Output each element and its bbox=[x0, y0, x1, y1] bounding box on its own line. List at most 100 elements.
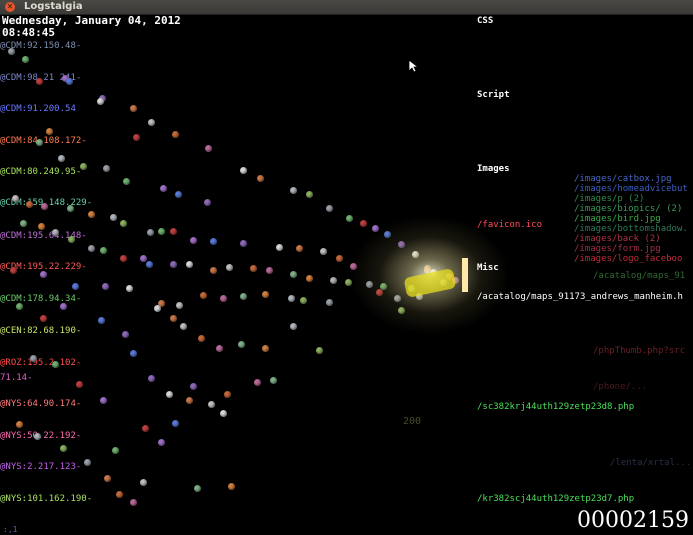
request-ball bbox=[88, 211, 95, 218]
request-ball bbox=[36, 78, 43, 85]
request-ball bbox=[148, 119, 155, 126]
request-ball bbox=[224, 391, 231, 398]
request-ball bbox=[170, 228, 177, 235]
file-item: /images/bird.jpg bbox=[574, 214, 661, 224]
request-ball bbox=[130, 499, 137, 506]
request-ball bbox=[40, 315, 47, 322]
request-ball bbox=[158, 228, 165, 235]
file-item: /images/homeadvicebut bbox=[574, 184, 688, 194]
title-bar: ✕ Logstalgia bbox=[0, 0, 693, 15]
file-item: /images/back (2) bbox=[574, 234, 661, 244]
host-label: @CEN:82.68.190- bbox=[0, 326, 82, 336]
bottom-mark: :,1 bbox=[3, 525, 18, 534]
request-ball bbox=[254, 379, 261, 386]
host-label: @CDM:178.94.34- bbox=[0, 294, 82, 304]
request-ball bbox=[296, 245, 303, 252]
request-ball bbox=[240, 293, 247, 300]
request-ball bbox=[46, 128, 53, 135]
request-ball bbox=[320, 248, 327, 255]
request-ball bbox=[41, 203, 48, 210]
request-ball bbox=[112, 447, 119, 454]
request-ball bbox=[360, 220, 367, 227]
request-ball bbox=[133, 134, 140, 141]
request-ball bbox=[66, 78, 73, 85]
request-ball bbox=[186, 261, 193, 268]
host-label: @NYS:64.90.174- bbox=[0, 399, 82, 409]
request-ball bbox=[228, 483, 235, 490]
request-ball bbox=[130, 350, 137, 357]
request-ball bbox=[262, 345, 269, 352]
request-ball bbox=[160, 185, 167, 192]
category-images: Images bbox=[477, 164, 510, 174]
request-ball bbox=[290, 187, 297, 194]
request-ball bbox=[147, 229, 154, 236]
url-favicon: /favicon.ico bbox=[477, 220, 543, 230]
url-acatalog: /acatalog/maps_91173_andrews_manheim.h bbox=[477, 292, 683, 302]
request-ball bbox=[220, 295, 227, 302]
request-ball bbox=[172, 420, 179, 427]
request-ball bbox=[40, 271, 47, 278]
request-ball bbox=[16, 303, 23, 310]
host-label: @ROZ:195.2.102- bbox=[0, 358, 82, 368]
request-ball bbox=[120, 255, 127, 262]
request-ball bbox=[67, 205, 74, 212]
request-ball bbox=[270, 377, 277, 384]
host-label: @CDM:80.249.95- bbox=[0, 167, 82, 177]
category-misc: Misc bbox=[477, 263, 499, 273]
category-script: Script bbox=[477, 90, 510, 100]
request-ball bbox=[22, 56, 29, 63]
request-ball bbox=[30, 355, 37, 362]
request-ball bbox=[123, 178, 130, 185]
request-ball bbox=[290, 271, 297, 278]
request-ball bbox=[140, 479, 147, 486]
request-ball bbox=[172, 131, 179, 138]
request-ball bbox=[130, 105, 137, 112]
visualization-canvas[interactable]: Wednesday, January 04, 2012 08:48:45 @CD… bbox=[0, 15, 693, 535]
faint-url: /lenta/xrtal... bbox=[610, 458, 692, 468]
request-ball bbox=[250, 265, 257, 272]
request-ball bbox=[204, 199, 211, 206]
file-item: /images/biopics/ (2) bbox=[574, 204, 683, 214]
request-ball bbox=[208, 401, 215, 408]
request-ball bbox=[276, 244, 283, 251]
request-ball bbox=[205, 145, 212, 152]
request-ball bbox=[110, 214, 117, 221]
request-ball bbox=[10, 267, 17, 274]
faint-url: /acatalog/maps_91 bbox=[593, 271, 686, 281]
request-ball bbox=[88, 245, 95, 252]
request-ball bbox=[26, 201, 33, 208]
file-item: /images/form.jpg bbox=[574, 244, 661, 254]
request-ball bbox=[330, 277, 337, 284]
request-ball bbox=[290, 323, 297, 330]
request-ball bbox=[326, 205, 333, 212]
request-ball bbox=[170, 261, 177, 268]
request-ball bbox=[58, 155, 65, 162]
request-ball bbox=[12, 195, 19, 202]
request-ball bbox=[140, 255, 147, 262]
request-ball bbox=[142, 425, 149, 432]
request-ball bbox=[166, 391, 173, 398]
request-ball bbox=[306, 191, 313, 198]
request-ball bbox=[84, 459, 91, 466]
close-button[interactable]: ✕ bbox=[5, 2, 15, 12]
request-ball bbox=[257, 175, 264, 182]
category-css: CSS bbox=[477, 16, 494, 26]
request-ball bbox=[216, 345, 223, 352]
request-ball bbox=[98, 317, 105, 324]
request-ball bbox=[175, 191, 182, 198]
url-sc382: /sc382krj44uth129zetp23d8.php bbox=[477, 402, 635, 412]
request-ball bbox=[38, 223, 45, 230]
request-ball bbox=[16, 421, 23, 428]
url-kr382: /kr382scj44uth129zetp23d7.php bbox=[477, 494, 635, 504]
request-ball bbox=[76, 381, 83, 388]
request-ball bbox=[68, 236, 75, 243]
request-ball bbox=[240, 167, 247, 174]
request-ball bbox=[104, 475, 111, 482]
request-ball bbox=[8, 48, 15, 55]
request-ball bbox=[306, 275, 313, 282]
response-code-counter: 200 bbox=[403, 416, 422, 427]
total-request-counter: 00002159 bbox=[577, 508, 689, 533]
request-ball bbox=[210, 267, 217, 274]
request-ball bbox=[154, 305, 161, 312]
request-ball bbox=[148, 375, 155, 382]
